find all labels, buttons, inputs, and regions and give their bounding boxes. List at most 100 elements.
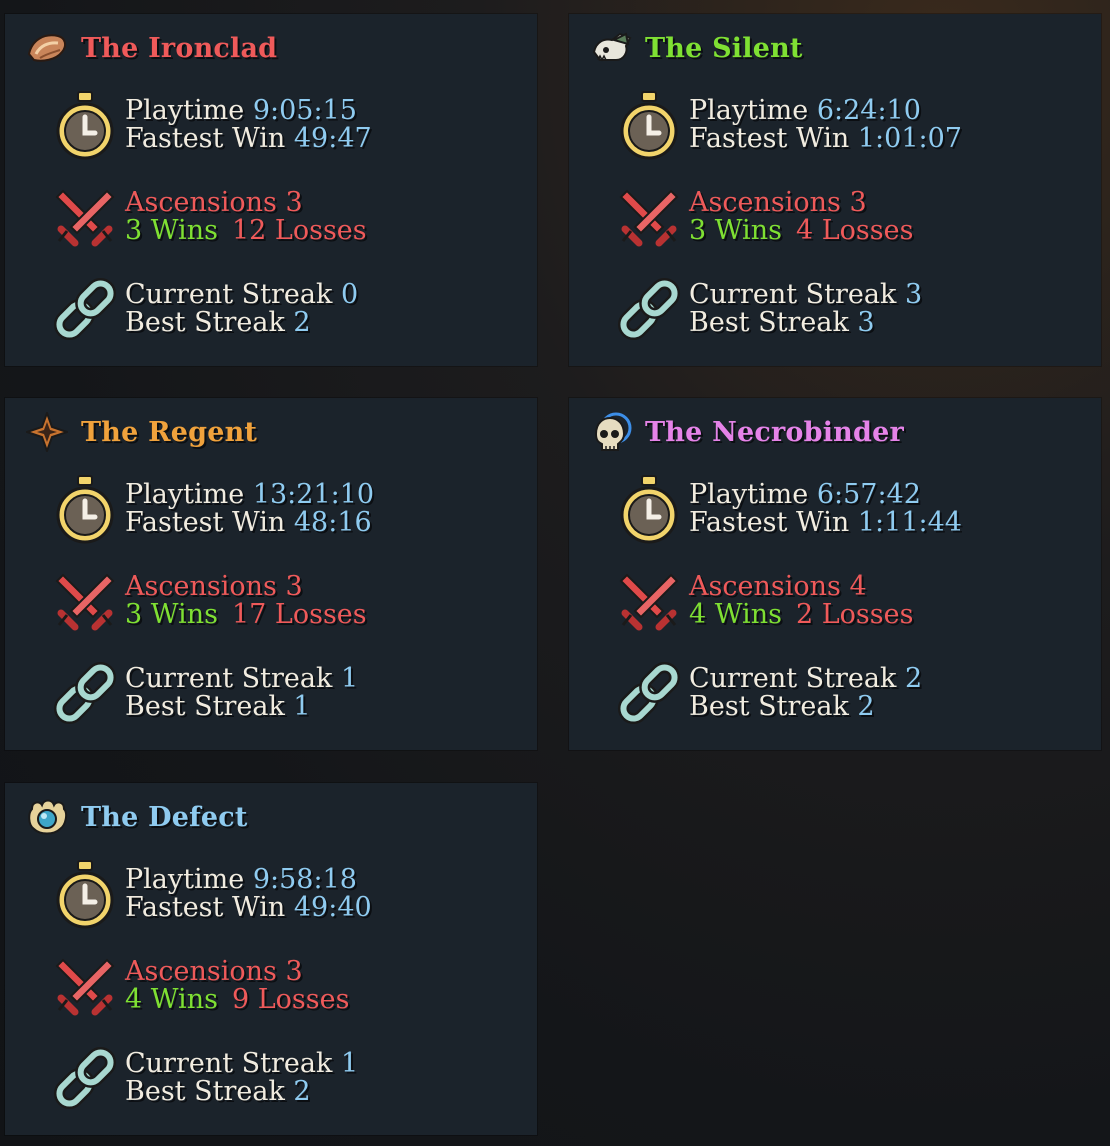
current-streak-value: 1 <box>340 663 359 694</box>
playtime-value: 9:05:15 <box>252 95 357 126</box>
losses-value: 9 <box>231 984 250 1015</box>
wins-label: Wins <box>714 599 782 630</box>
regent-icon <box>25 412 69 452</box>
character-card-silent: The Silent Playtime 6:24:10 Fastest Win … <box>569 14 1101 366</box>
stopwatch-icon <box>49 89 121 161</box>
best-streak-label: Best Streak <box>125 307 285 338</box>
ascensions-label: Ascensions <box>689 571 841 602</box>
wins-value: 3 <box>125 599 143 630</box>
ascension-row: Ascensions 3 3 Wins 17 Losses <box>49 565 367 637</box>
character-card-defect: The Defect Playtime 9:58:18 Fastest Win … <box>5 783 537 1135</box>
fastest-win-label: Fastest Win <box>689 123 850 154</box>
character-card-ironclad: The Ironclad Playtime 9:05:15 Fastest Wi… <box>5 14 537 366</box>
playtime-row: Playtime 9:58:18 Fastest Win 49:40 <box>49 858 372 930</box>
crossed-swords-icon <box>613 565 685 637</box>
ascensions-value: 4 <box>849 571 867 602</box>
wins-label: Wins <box>150 599 218 630</box>
streak-row: Current Streak 1 Best Streak 2 <box>49 1042 358 1114</box>
ascensions-label: Ascensions <box>125 956 277 987</box>
playtime-label: Playtime <box>689 479 809 510</box>
streak-row: Current Streak 1 Best Streak 1 <box>49 657 358 729</box>
current-streak-label: Current Streak <box>125 279 333 310</box>
current-streak-label: Current Streak <box>125 663 333 694</box>
current-streak-value: 2 <box>904 663 923 694</box>
wins-label: Wins <box>714 215 782 246</box>
playtime-label: Playtime <box>125 479 245 510</box>
chain-icon <box>49 1042 121 1114</box>
stopwatch-icon <box>49 858 121 930</box>
playtime-value: 6:57:42 <box>816 479 921 510</box>
wins-value: 3 <box>689 215 707 246</box>
chain-icon <box>613 657 685 729</box>
losses-label: Losses <box>821 215 914 246</box>
necrobinder-icon <box>589 412 633 452</box>
playtime-label: Playtime <box>125 95 245 126</box>
ascensions-value: 3 <box>285 956 303 987</box>
streak-row: Current Streak 3 Best Streak 3 <box>613 273 922 345</box>
fastest-win-label: Fastest Win <box>125 123 286 154</box>
card-header: The Defect <box>25 797 248 837</box>
streak-row: Current Streak 0 Best Streak 2 <box>49 273 358 345</box>
fastest-win-label: Fastest Win <box>125 892 286 923</box>
fastest-win-value: 49:47 <box>293 123 372 154</box>
losses-value: 17 <box>231 599 267 630</box>
best-streak-value: 1 <box>293 691 311 722</box>
fastest-win-value: 49:40 <box>293 892 372 923</box>
crossed-swords-icon <box>49 181 121 253</box>
playtime-row: Playtime 9:05:15 Fastest Win 49:47 <box>49 89 372 161</box>
losses-value: 4 <box>795 215 814 246</box>
current-streak-value: 0 <box>340 279 359 310</box>
character-name: The Silent <box>645 32 803 64</box>
current-streak-label: Current Streak <box>689 279 897 310</box>
character-card-necrobinder: The Necrobinder Playtime 6:57:42 Fastest… <box>569 398 1101 750</box>
ascension-row: Ascensions 3 4 Wins 9 Losses <box>49 950 349 1022</box>
ascensions-value: 3 <box>285 187 303 218</box>
current-streak-label: Current Streak <box>125 1048 333 1079</box>
chain-icon <box>613 273 685 345</box>
losses-value: 12 <box>231 215 267 246</box>
best-streak-value: 2 <box>293 307 311 338</box>
best-streak-value: 2 <box>293 1076 311 1107</box>
character-name: The Defect <box>81 801 248 833</box>
ascensions-value: 3 <box>849 187 867 218</box>
best-streak-label: Best Streak <box>125 1076 285 1107</box>
playtime-value: 13:21:10 <box>252 479 375 510</box>
streak-row: Current Streak 2 Best Streak 2 <box>613 657 922 729</box>
playtime-value: 9:58:18 <box>252 864 357 895</box>
wins-value: 4 <box>125 984 143 1015</box>
stopwatch-icon <box>613 473 685 545</box>
current-streak-value: 3 <box>904 279 923 310</box>
fastest-win-label: Fastest Win <box>125 507 286 538</box>
crossed-swords-icon <box>613 181 685 253</box>
ascensions-label: Ascensions <box>689 187 841 218</box>
best-streak-label: Best Streak <box>689 691 849 722</box>
playtime-value: 6:24:10 <box>816 95 921 126</box>
losses-label: Losses <box>274 215 367 246</box>
chain-icon <box>49 273 121 345</box>
stopwatch-icon <box>49 473 121 545</box>
ascensions-value: 3 <box>285 571 303 602</box>
character-name: The Ironclad <box>81 32 278 64</box>
playtime-row: Playtime 6:57:42 Fastest Win 1:11:44 <box>613 473 962 545</box>
character-name: The Necrobinder <box>645 416 904 448</box>
best-streak-label: Best Streak <box>689 307 849 338</box>
current-streak-label: Current Streak <box>689 663 897 694</box>
playtime-label: Playtime <box>689 95 809 126</box>
wins-value: 3 <box>125 215 143 246</box>
losses-value: 2 <box>795 599 814 630</box>
ascensions-label: Ascensions <box>125 187 277 218</box>
best-streak-value: 3 <box>857 307 875 338</box>
card-header: The Necrobinder <box>589 412 904 452</box>
best-streak-label: Best Streak <box>125 691 285 722</box>
current-streak-value: 1 <box>340 1048 359 1079</box>
losses-label: Losses <box>274 599 367 630</box>
crossed-swords-icon <box>49 950 121 1022</box>
best-streak-value: 2 <box>857 691 875 722</box>
fastest-win-value: 1:11:44 <box>857 507 962 538</box>
card-header: The Silent <box>589 28 803 68</box>
losses-label: Losses <box>821 599 914 630</box>
wins-value: 4 <box>689 599 707 630</box>
character-card-regent: The Regent Playtime 13:21:10 Fastest Win… <box>5 398 537 750</box>
crossed-swords-icon <box>49 565 121 637</box>
character-name: The Regent <box>81 416 258 448</box>
